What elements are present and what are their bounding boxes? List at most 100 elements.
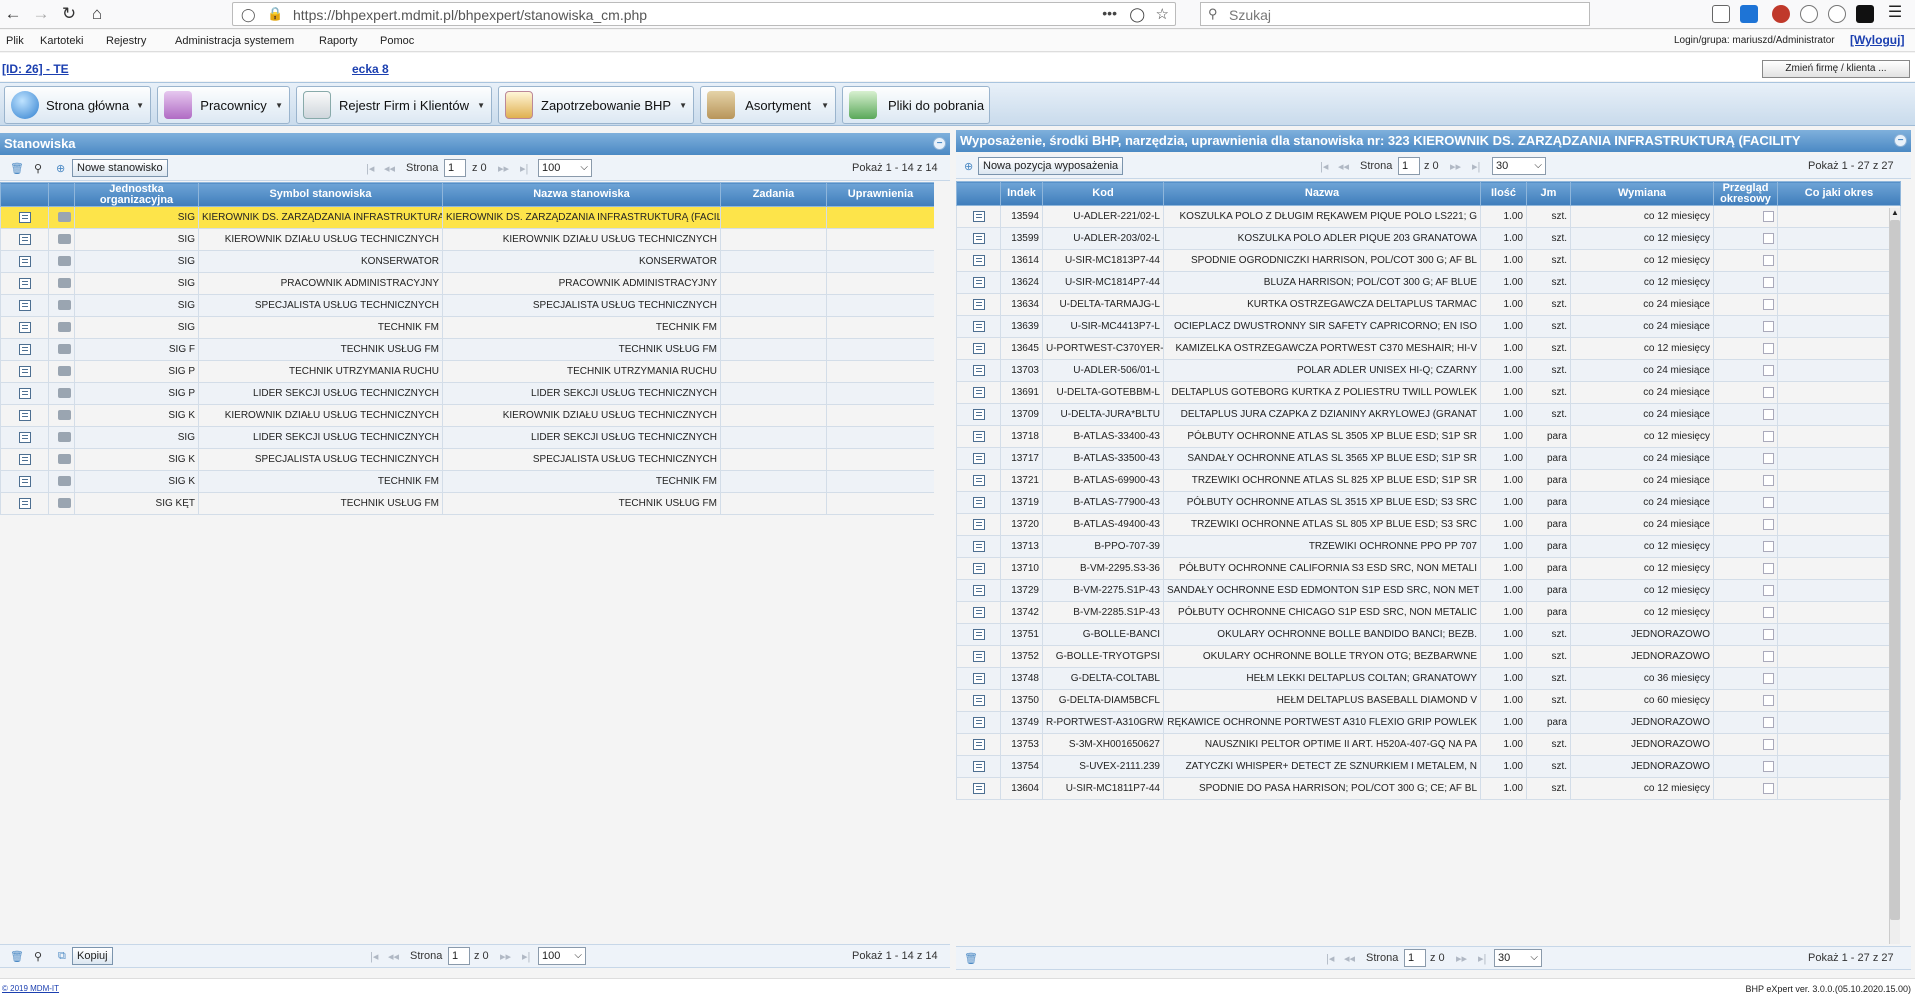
edit-cell[interactable]: [956, 645, 1001, 668]
tasks-cell[interactable]: [720, 448, 827, 471]
permissions-cell[interactable]: [826, 382, 935, 405]
table-row[interactable]: SIG KIEROWNIK DS. ZARZĄDZANIA INFRASTRUKT…: [0, 206, 935, 229]
inspection-checkbox[interactable]: [1763, 672, 1774, 684]
table-row[interactable]: 13614 U-SIR-MC1813P7-44 SPODNIE OGRODNICZK…: [956, 249, 1901, 272]
edit-icon[interactable]: [18, 233, 31, 245]
table-row[interactable]: 13710 B-VM-2295.S3-36 PÓŁBUTY OCHRONNE CAL…: [956, 557, 1901, 580]
next-page-icon[interactable]: ▸▸: [500, 950, 511, 963]
print-icon[interactable]: [58, 234, 71, 245]
last-page-icon[interactable]: ▸|: [522, 950, 530, 963]
print-cell[interactable]: [48, 272, 75, 295]
inspection-checkbox[interactable]: [1763, 430, 1774, 442]
edit-cell[interactable]: [0, 316, 49, 339]
edit-icon[interactable]: [18, 277, 31, 289]
first-page-icon[interactable]: |◂: [366, 162, 374, 175]
edit-icon[interactable]: [972, 496, 985, 508]
tasks-cell[interactable]: [720, 228, 827, 251]
print-cell[interactable]: [48, 360, 75, 383]
col-permissions[interactable]: Uprawnienia: [826, 182, 935, 207]
tasks-cell[interactable]: [720, 338, 827, 361]
edit-cell[interactable]: [956, 689, 1001, 712]
edit-cell[interactable]: [956, 623, 1001, 646]
table-row[interactable]: SIG K KIEROWNIK DZIAŁU USŁUG TECHNICZNYCH…: [0, 404, 935, 427]
inspection-checkbox[interactable]: [1763, 562, 1774, 574]
edit-cell[interactable]: [956, 337, 1001, 360]
edit-cell[interactable]: [956, 755, 1001, 778]
table-row[interactable]: 13691 U-DELTA-GOTEBBM-L DELTAPLUS GOTEBORG…: [956, 381, 1901, 404]
delete-icon[interactable]: 🗑: [964, 952, 978, 965]
print-icon[interactable]: [58, 344, 71, 355]
edit-icon[interactable]: [972, 694, 985, 706]
back-icon[interactable]: ←: [2, 3, 24, 25]
edit-cell[interactable]: [0, 250, 49, 273]
tasks-cell[interactable]: [720, 426, 827, 449]
edit-icon[interactable]: [18, 475, 31, 487]
print-cell[interactable]: [48, 338, 75, 361]
edit-icon[interactable]: [972, 628, 985, 640]
print-cell[interactable]: [48, 228, 75, 251]
menu-icon[interactable]: ☰: [1886, 5, 1904, 23]
table-row[interactable]: 13604 U-SIR-MC1811P7-44 SPODNIE DO PASA HA…: [956, 777, 1901, 800]
col-tasks[interactable]: Zadania: [720, 182, 827, 207]
tasks-cell[interactable]: [720, 316, 827, 339]
edit-icon[interactable]: [972, 584, 985, 596]
dropdown-arrow-icon[interactable]: ▼: [136, 101, 144, 110]
edit-cell[interactable]: [0, 338, 49, 361]
menu-raporty[interactable]: Raporty: [319, 35, 358, 47]
col-index[interactable]: Indek: [1000, 181, 1043, 206]
library-icon[interactable]: [1712, 5, 1730, 23]
first-page-icon[interactable]: |◂: [1326, 952, 1334, 965]
inspection-checkbox[interactable]: [1763, 738, 1774, 750]
edit-cell[interactable]: [0, 448, 49, 471]
permissions-cell[interactable]: [826, 316, 935, 339]
table-row[interactable]: 13720 B-ATLAS-49400-43 TRZEWIKI OCHRONNE A…: [956, 513, 1901, 536]
logout-link[interactable]: [Wyloguj]: [1850, 33, 1904, 47]
permissions-cell[interactable]: [826, 338, 935, 361]
workers-button[interactable]: Pracownicy ▼: [157, 86, 290, 124]
edit-cell[interactable]: [956, 733, 1001, 756]
edit-icon[interactable]: [972, 232, 985, 244]
last-page-icon[interactable]: ▸|: [520, 162, 528, 175]
edit-cell[interactable]: [0, 360, 49, 383]
edit-cell[interactable]: [0, 294, 49, 317]
edit-icon[interactable]: [18, 365, 31, 377]
collapse-icon[interactable]: −: [933, 137, 946, 150]
permissions-cell[interactable]: [826, 360, 935, 383]
page-input[interactable]: 1: [1398, 157, 1420, 175]
col-item-name[interactable]: Nazwa: [1163, 181, 1481, 206]
edit-cell[interactable]: [956, 425, 1001, 448]
permissions-cell[interactable]: [826, 426, 935, 449]
table-row[interactable]: SIG KĘT TECHNIK USŁUG FM TECHNIK USŁUG FM: [0, 492, 935, 515]
edit-cell[interactable]: [0, 206, 49, 229]
prev-page-icon[interactable]: ◂◂: [1338, 160, 1349, 173]
print-icon[interactable]: [58, 432, 71, 443]
scroll-up-icon[interactable]: ▲: [1890, 208, 1900, 218]
inspection-checkbox[interactable]: [1763, 584, 1774, 596]
copy-icon[interactable]: ⧉: [58, 950, 66, 963]
page-size-select[interactable]: 30: [1494, 949, 1542, 967]
permissions-cell[interactable]: [826, 272, 935, 295]
scrollbar-thumb[interactable]: [1890, 220, 1900, 920]
edit-cell[interactable]: [0, 382, 49, 405]
menu-administracja[interactable]: Administracja systemem: [175, 35, 294, 47]
print-icon[interactable]: [58, 256, 71, 267]
edit-icon[interactable]: [972, 738, 985, 750]
inspection-checkbox[interactable]: [1763, 606, 1774, 618]
print-icon[interactable]: [58, 366, 71, 377]
company-id-link[interactable]: [ID: 26] - TE: [2, 62, 69, 76]
dropdown-arrow-icon[interactable]: ▼: [679, 101, 687, 110]
table-row[interactable]: 13634 U-DELTA-TARMAJG-L KURTKA OSTRZEGAWCZ…: [956, 293, 1901, 316]
table-row[interactable]: 13717 B-ATLAS-33500-43 SANDAŁY OCHRONNE AT…: [956, 447, 1901, 470]
page-size-select[interactable]: 30: [1492, 157, 1546, 175]
menu-plik[interactable]: Plik: [6, 35, 24, 47]
permissions-cell[interactable]: [826, 492, 935, 515]
edit-cell[interactable]: [956, 469, 1001, 492]
edit-icon[interactable]: [972, 782, 985, 794]
edit-cell[interactable]: [956, 205, 1001, 228]
prev-page-icon[interactable]: ◂◂: [1344, 952, 1355, 965]
page-size-select[interactable]: 100: [538, 159, 592, 177]
edit-cell[interactable]: [956, 249, 1001, 272]
inspection-checkbox[interactable]: [1763, 254, 1774, 266]
edit-cell[interactable]: [956, 535, 1001, 558]
table-row[interactable]: 13721 B-ATLAS-69900-43 TRZEWIKI OCHRONNE A…: [956, 469, 1901, 492]
